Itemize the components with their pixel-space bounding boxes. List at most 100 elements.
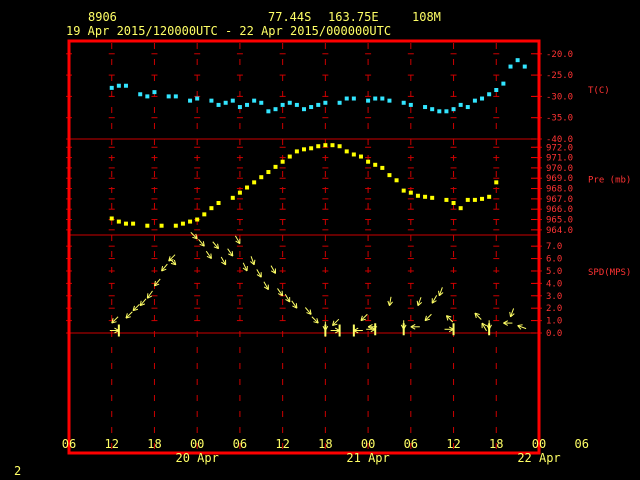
temperature-point: [209, 98, 214, 103]
wind-vector: [256, 269, 262, 278]
pressure-point: [387, 173, 392, 178]
temperature-point: [323, 100, 328, 105]
temperature-point: [423, 105, 428, 110]
axis-ticks: [66, 53, 542, 334]
temperature-point: [501, 81, 506, 86]
wind-vector: [291, 300, 298, 309]
wind-vector: [169, 258, 177, 266]
x-tick-label: 00: [190, 437, 204, 451]
pressure-point: [337, 144, 342, 149]
wind-arrowhead: [509, 311, 512, 317]
grid: [68, 43, 540, 451]
temperature-point: [195, 96, 200, 101]
temperature-point: [344, 96, 349, 101]
pressure-series: [109, 143, 499, 228]
wind-vector: [304, 307, 312, 315]
y-tick-label: 971.0: [546, 154, 573, 164]
y-tick-label: 4.0: [546, 279, 562, 289]
wind-vector: [284, 293, 291, 303]
wind-vector: [125, 311, 133, 319]
x-tick-label: 18: [147, 437, 161, 451]
wind-vector: [277, 288, 284, 297]
temperature-point: [309, 105, 314, 110]
temperature-point: [465, 105, 470, 110]
pressure-point: [287, 154, 292, 159]
pressure-point: [366, 159, 371, 164]
pressure-point: [451, 201, 456, 205]
y-tick-label: 5.0: [546, 267, 562, 277]
wind-vector: [387, 296, 393, 307]
pressure-point: [480, 196, 485, 201]
wind-vector: [503, 320, 513, 326]
y-tick-label: -25.0: [546, 71, 573, 81]
pressure-point: [465, 197, 470, 202]
x-tick-label: 06: [62, 437, 76, 451]
wind-vector: [250, 256, 256, 266]
pressure-point: [358, 154, 363, 159]
y-tick-label: 965.0: [546, 216, 573, 226]
wind-series: [109, 232, 527, 337]
temperature-point: [294, 102, 299, 107]
temperature-point: [237, 105, 242, 110]
pressure-point: [273, 164, 278, 169]
y-tick-label: -30.0: [546, 92, 573, 102]
temperature-point: [173, 94, 178, 99]
pressure-point: [380, 165, 385, 170]
pressure-point: [344, 149, 349, 154]
meteogram: 8906 77.44S 163.75E 108M 19 Apr 2015/120…: [14, 10, 631, 478]
pressure-point: [188, 219, 193, 224]
temperature-point: [522, 64, 527, 69]
temperature-point: [273, 107, 278, 112]
temperature-point: [337, 100, 342, 105]
temperature-point: [387, 98, 392, 103]
pressure-point: [280, 159, 285, 164]
wind-arrowhead: [146, 293, 149, 299]
wind-vector: [109, 324, 120, 337]
time-period: 19 Apr 2015/120000UTC - 22 Apr 2015/0000…: [66, 24, 391, 38]
pressure-point: [394, 178, 399, 183]
temperature-point: [109, 85, 114, 90]
temperature-point: [430, 107, 435, 112]
wind-vector: [509, 308, 515, 318]
temperature-point: [494, 88, 499, 92]
panel-label: Pre (mb): [588, 175, 631, 185]
wind-vector: [330, 324, 341, 337]
wind-vector: [263, 281, 269, 291]
wind-vector: [332, 318, 340, 327]
temperature-point: [472, 98, 477, 103]
station-longitude: 163.75E: [328, 10, 379, 24]
wind-vector: [416, 297, 423, 307]
wind-vector: [445, 315, 454, 323]
y-tick-label: 1.0: [546, 317, 562, 327]
pressure-point: [415, 193, 420, 198]
temperature-point: [401, 100, 406, 105]
temperature-point: [351, 96, 356, 101]
pressure-point: [159, 223, 164, 228]
temperature-point: [166, 94, 171, 99]
wind-vector: [132, 303, 140, 312]
y-tick-label: -20.0: [546, 50, 573, 60]
day-label: 20 Apr: [176, 451, 219, 465]
temperature-point: [366, 98, 371, 103]
x-tick-label: 06: [404, 437, 418, 451]
temperature-point: [266, 109, 271, 114]
wind-vector: [410, 323, 420, 330]
day-label: 22 Apr: [517, 451, 560, 465]
temperature-point: [223, 100, 228, 105]
temperature-point: [451, 107, 456, 112]
temperature-series: [109, 58, 527, 114]
temperature-point: [515, 58, 520, 63]
pressure-point: [373, 162, 378, 167]
wind-vector: [311, 316, 319, 324]
pressure-point: [230, 195, 235, 200]
temperature-point: [408, 102, 413, 107]
pressure-point: [323, 143, 328, 148]
day-label: 21 Apr: [346, 451, 389, 465]
y-tick-label: 970.0: [546, 164, 573, 174]
pressure-point: [209, 206, 214, 211]
temperature-point: [116, 83, 121, 88]
pressure-point: [109, 216, 114, 221]
panel-label: T(C): [588, 86, 610, 96]
pressure-point: [309, 146, 314, 151]
pressure-point: [131, 221, 136, 226]
